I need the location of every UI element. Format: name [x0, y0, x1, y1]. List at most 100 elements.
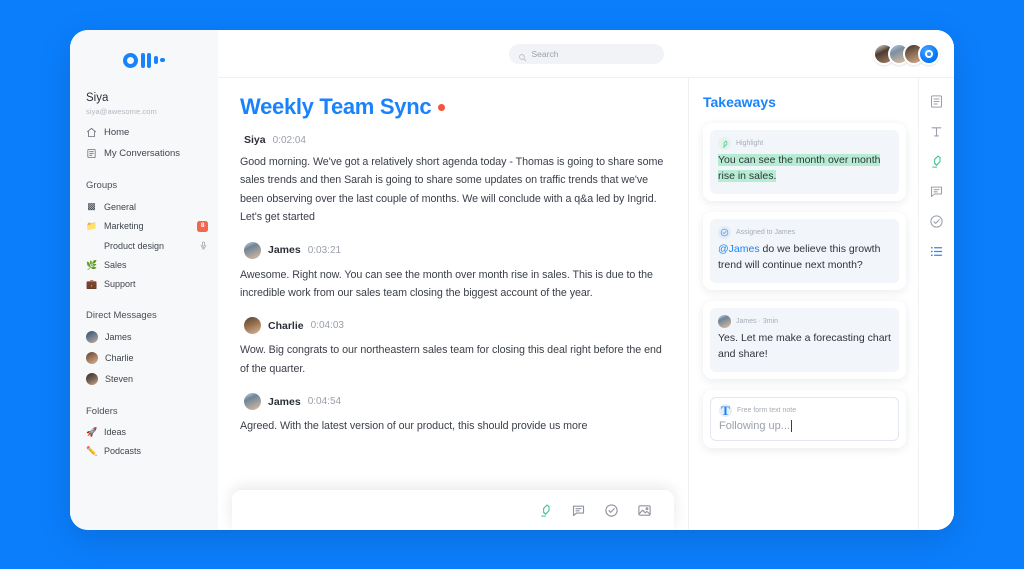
highlighter-icon[interactable] [929, 154, 944, 169]
otter-logo [123, 52, 165, 68]
speaker-name: Charlie [268, 319, 304, 332]
highlighted-text: You can see the month over month rise in… [718, 154, 881, 182]
speaker-name: James [268, 395, 301, 408]
logo-bar-icon [147, 52, 152, 68]
text-icon: T [719, 402, 732, 418]
takeaway-card-action[interactable]: Assigned to James @James do we believe t… [703, 211, 906, 290]
record-lens-icon [925, 49, 933, 58]
takeaway-inner: Highlight You can see the month over mon… [710, 130, 899, 194]
takeaway-inner: Assigned to James @James do we believe t… [710, 218, 899, 283]
avatar [86, 352, 98, 364]
sidebar-item-product-design[interactable]: Product design [70, 237, 218, 256]
sidebar-item-my-conversations[interactable]: My Conversations [70, 143, 218, 164]
sidebar-item-label: James [105, 332, 132, 342]
image-icon[interactable] [637, 503, 652, 518]
sidebar-item-support[interactable]: 💼 Support [70, 275, 218, 294]
takeaway-card-comment[interactable]: James · 3min Yes. Let me make a forecast… [703, 300, 906, 379]
user-name: Siya [86, 92, 109, 104]
check-circle-icon[interactable] [604, 503, 619, 518]
pencil-icon: ✏️ [86, 445, 98, 456]
logo-dot-icon [160, 57, 165, 63]
search-input[interactable]: Search [508, 43, 664, 64]
check-circle-icon [718, 225, 731, 239]
sidebar-item-label: Sales [104, 260, 127, 270]
sidebar-item-label: My Conversations [104, 148, 181, 159]
sidebar-item-dm-james[interactable]: James [70, 327, 218, 348]
logo-bar-icon [140, 52, 145, 68]
takeaway-card-highlight[interactable]: Highlight You can see the month over mon… [703, 123, 906, 201]
leaf-icon: 🌿 [86, 259, 98, 270]
comment-icon[interactable] [571, 503, 586, 518]
content-row: Weekly Team Sync Siya 0:02:04 Good morni… [218, 78, 954, 530]
participant-avatars [873, 42, 940, 65]
takeaway-card-note[interactable]: T Free form text note Following up... [703, 389, 906, 448]
sidebar-item-label: General [104, 201, 137, 212]
sidebar-item-home[interactable]: Home [70, 122, 218, 143]
folders-section-label: Folders [86, 405, 118, 417]
logo-bar-icon [153, 56, 158, 64]
takeaway-header: T Free form text note [719, 402, 890, 418]
note-input[interactable]: Following up... [719, 419, 890, 432]
speaker-timestamp[interactable]: 0:03:21 [308, 245, 341, 256]
sidebar-item-marketing[interactable]: 📁 Marketing 8 [70, 216, 218, 237]
comment-icon[interactable] [929, 184, 944, 199]
recording-indicator-icon [438, 103, 446, 111]
takeaway-inner: T Free form text note Following up... [710, 396, 899, 441]
search-placeholder: Search [531, 48, 559, 59]
highlighter-icon[interactable] [538, 503, 553, 518]
transcript-icon[interactable] [929, 94, 944, 109]
groups-section-label: Groups [86, 180, 118, 191]
text-icon[interactable] [929, 124, 944, 139]
takeaway-inner: James · 3min Yes. Let me make a forecast… [710, 307, 899, 372]
takeaway-text: @James do we believe this growth trend w… [718, 242, 891, 274]
record-button[interactable] [918, 42, 940, 65]
user-profile[interactable]: Siya siya@awesome.com [70, 78, 218, 122]
transcript-text[interactable]: Awesome. Right now. You can see the mont… [240, 266, 666, 303]
main-area: Search Weekly Team Sync Siya 0:02:04 Goo… [218, 30, 954, 530]
sidebar-item-label: Ideas [104, 427, 127, 437]
takeaway-header: Highlight [718, 137, 891, 150]
sidebar-item-general[interactable]: ▩ General [70, 197, 218, 216]
microphone-icon [199, 241, 208, 251]
speaker-timestamp[interactable]: 0:04:54 [308, 396, 341, 407]
speaker-row: Siya 0:02:04 [244, 134, 666, 146]
takeaway-label: Highlight [736, 140, 764, 147]
sidebar-item-ideas[interactable]: 🚀 Ideas [70, 423, 218, 442]
sidebar-item-label: Steven [105, 374, 134, 384]
unread-badge: 8 [197, 220, 208, 232]
transcript-entry: Charlie 0:04:03 Wow. Big congrats to our… [240, 317, 666, 378]
transcript-entry: James 0:04:54 Agreed. With the latest ve… [240, 393, 666, 435]
speaker-name: James [268, 244, 301, 257]
speaker-name: Siya [244, 134, 266, 146]
app-logo[interactable] [70, 42, 218, 78]
direct-messages-section-label: Direct Messages [86, 309, 157, 321]
sidebar-item-label: Podcasts [104, 446, 142, 456]
speaker-row: James 0:03:21 [244, 241, 666, 259]
transcript-text[interactable]: Good morning. We've got a relatively sho… [240, 153, 666, 227]
transcript-text[interactable]: Wow. Big congrats to our northeastern sa… [240, 341, 666, 378]
sidebar-item-dm-charlie[interactable]: Charlie [70, 348, 218, 369]
check-circle-icon[interactable] [929, 214, 944, 229]
text-glyph: T [721, 402, 730, 418]
speaker-timestamp[interactable]: 0:04:03 [311, 320, 344, 331]
takeaway-text: You can see the month over month rise in… [718, 153, 891, 185]
sidebar-item-podcasts[interactable]: ✏️ Podcasts [70, 442, 218, 461]
highlighter-icon [718, 137, 731, 150]
sidebar-item-label: Home [104, 127, 130, 138]
sidebar-item-label: Marketing [104, 221, 144, 232]
tool-rail [918, 78, 954, 530]
sidebar-item-dm-steven[interactable]: Steven [70, 369, 218, 390]
sidebar: Siya siya@awesome.com Home My Conversati… [70, 30, 218, 530]
mention[interactable]: @James [718, 243, 760, 255]
sidebar-item-sales[interactable]: 🌿 Sales [70, 256, 218, 275]
avatar [718, 314, 731, 328]
speaker-row: James 0:04:54 [244, 393, 666, 411]
speaker-timestamp[interactable]: 0:02:04 [273, 135, 306, 146]
logo-circle-icon [123, 52, 139, 68]
list-icon[interactable] [929, 244, 944, 259]
transcript-entry: Siya 0:02:04 Good morning. We've got a r… [240, 134, 666, 227]
transcript-text[interactable]: Agreed. With the latest version of our p… [240, 417, 666, 435]
takeaway-header: James · 3min [718, 314, 891, 328]
folder-gray-icon: ▩ [87, 201, 96, 211]
transcript-panel: Weekly Team Sync Siya 0:02:04 Good morni… [218, 78, 688, 530]
